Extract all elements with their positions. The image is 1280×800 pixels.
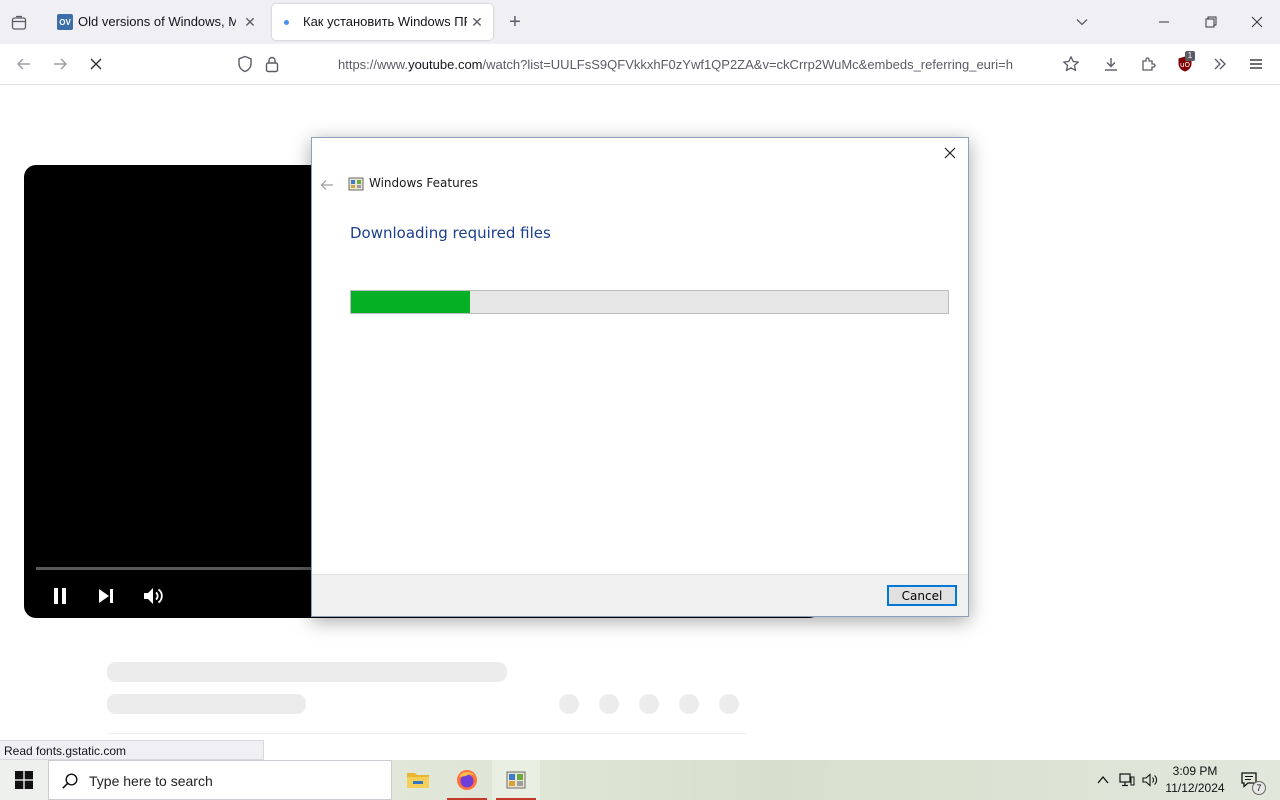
loading-skeleton-action — [639, 694, 659, 714]
start-windows-icon[interactable] — [0, 760, 48, 800]
next-video-icon[interactable] — [92, 582, 120, 610]
bookmark-star-icon[interactable] — [1062, 55, 1080, 76]
loading-skeleton-action — [559, 694, 579, 714]
firefox-view-icon[interactable] — [8, 12, 30, 34]
taskbar-clock[interactable]: 3:09 PM 11/12/2024 — [1162, 763, 1228, 797]
extension-badge: 1 — [1185, 51, 1195, 61]
dialog-footer: Cancel — [312, 574, 968, 616]
loading-skeleton-action — [719, 694, 739, 714]
clock-date: 11/12/2024 — [1165, 781, 1225, 795]
loading-dot-icon — [284, 20, 289, 25]
file-explorer-icon[interactable] — [394, 760, 442, 800]
windows-features-taskbar-icon[interactable] — [492, 760, 540, 800]
dialog-heading: Downloading required files — [350, 224, 551, 242]
close-tab-icon[interactable]: ✕ — [242, 14, 258, 30]
tab-title: Как установить Windows ПРАВ — [303, 14, 467, 29]
extensions-puzzle-icon[interactable] — [1134, 50, 1162, 78]
download-progress-bar — [350, 290, 949, 314]
tab-old-versions[interactable]: OV Old versions of Windows, Mac ✕ — [48, 4, 266, 40]
minimize-icon[interactable] — [1152, 12, 1176, 32]
volume-icon[interactable] — [139, 582, 167, 610]
stop-loading-icon[interactable] — [82, 50, 110, 78]
url-bar[interactable]: https://www.youtube.com/watch?list=UULFs… — [228, 48, 1088, 80]
firefox-icon[interactable] — [443, 760, 491, 800]
tab-title: Old versions of Windows, Mac — [78, 14, 236, 29]
url-text[interactable]: https://www.youtube.com/watch?list=UULFs… — [338, 57, 1054, 72]
more-tools-chevrons-icon[interactable] — [1206, 50, 1234, 78]
close-window-icon[interactable] — [1245, 12, 1269, 32]
forward-arrow-icon[interactable] — [46, 50, 74, 78]
windows-features-icon — [348, 176, 364, 192]
clock-time: 3:09 PM — [1172, 764, 1218, 778]
show-hidden-icons-chevron-icon[interactable] — [1092, 760, 1114, 800]
back-arrow-icon[interactable] — [10, 50, 38, 78]
downloads-icon[interactable] — [1097, 50, 1125, 78]
tab-youtube-video[interactable]: Как установить Windows ПРАВ ✕ — [272, 4, 493, 40]
hamburger-menu-icon[interactable] — [1242, 50, 1270, 78]
close-dialog-icon[interactable] — [938, 142, 962, 164]
search-placeholder: Type here to search — [89, 773, 213, 789]
divider — [107, 733, 747, 734]
loading-skeleton-channel — [107, 694, 306, 714]
speaker-volume-icon[interactable] — [1140, 760, 1162, 800]
ov-favicon-icon: OV — [57, 14, 73, 30]
list-tabs-chevron-icon[interactable] — [1072, 12, 1092, 32]
lock-icon[interactable] — [264, 55, 280, 76]
windows-features-dialog: Windows Features Downloading required fi… — [311, 137, 969, 617]
action-center-notification-icon[interactable]: 7 — [1236, 760, 1266, 800]
pause-icon[interactable] — [46, 582, 74, 610]
cancel-button[interactable]: Cancel — [887, 585, 957, 606]
loading-skeleton-action — [599, 694, 619, 714]
notification-count-badge: 7 — [1252, 781, 1266, 795]
taskbar: Type here to search 3:09 PM 11/12/2024 7 — [0, 760, 1280, 800]
svg-text:uO: uO — [1180, 61, 1190, 69]
shield-icon[interactable] — [236, 55, 254, 76]
tab-strip: OV Old versions of Windows, Mac ✕ Как ус… — [0, 0, 1280, 44]
restore-icon[interactable] — [1199, 12, 1223, 32]
new-tab-icon[interactable]: + — [505, 11, 525, 33]
network-icon[interactable] — [1116, 760, 1138, 800]
status-bar: Read fonts.gstatic.com — [0, 740, 264, 760]
dialog-title: Windows Features — [369, 176, 478, 190]
back-arrow-icon[interactable] — [318, 176, 336, 194]
ublock-origin-icon[interactable]: uO 1 — [1171, 50, 1199, 78]
search-icon — [61, 772, 79, 793]
navigation-toolbar: https://www.youtube.com/watch?list=UULFs… — [0, 44, 1280, 85]
loading-skeleton-action — [679, 694, 699, 714]
close-tab-icon[interactable]: ✕ — [469, 14, 485, 30]
download-progress-fill — [351, 291, 471, 313]
taskbar-search-box[interactable]: Type here to search — [48, 760, 392, 800]
loading-skeleton-title — [107, 662, 507, 682]
